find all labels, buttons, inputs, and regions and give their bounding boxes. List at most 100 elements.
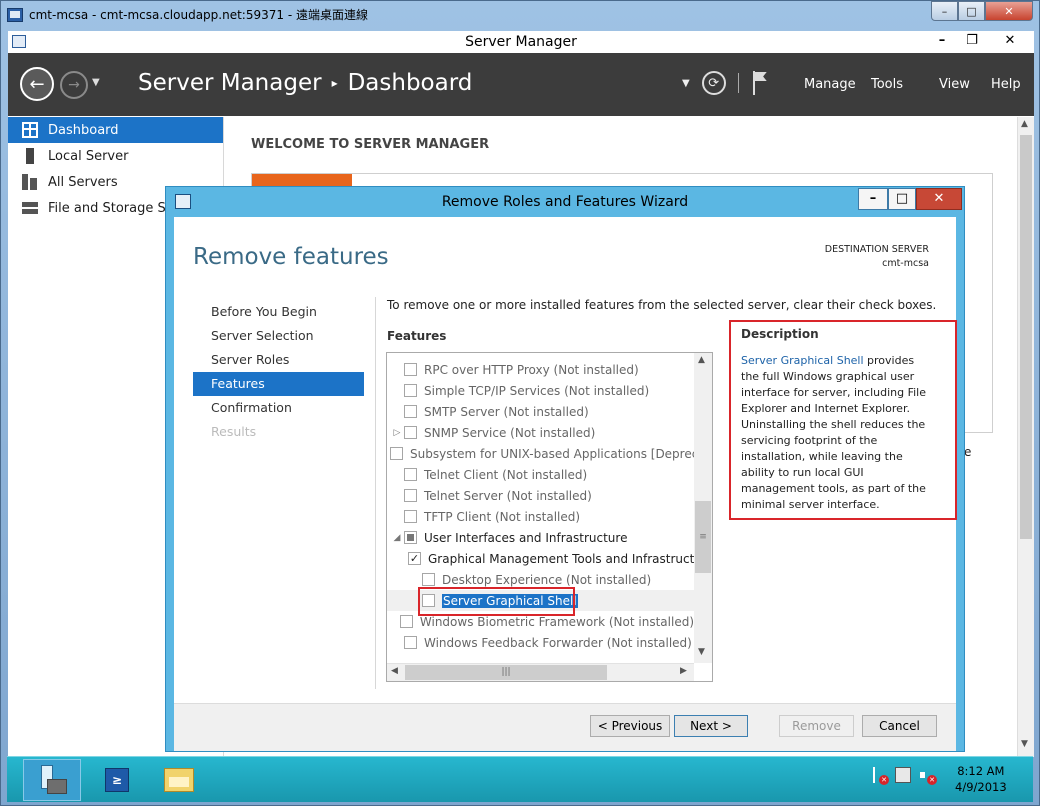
forward-arrow-icon[interactable]: → <box>60 71 88 99</box>
taskbar-file-explorer-button[interactable] <box>157 759 201 801</box>
remote-desktop-title: cmt-mcsa - cmt-mcsa.cloudapp.net:59371 -… <box>29 8 368 22</box>
menu-help[interactable]: Help <box>991 77 1035 92</box>
server-manager-app-icon <box>12 35 26 48</box>
step-server-selection[interactable]: Server Selection <box>193 324 364 348</box>
scroll-right-icon[interactable]: ▶ <box>680 666 687 676</box>
step-features[interactable]: Features <box>193 372 364 396</box>
feature-row[interactable]: ✓ Graphical Management Tools and Infrastr… <box>387 548 712 569</box>
feature-checkbox <box>404 510 417 523</box>
destination-server: DESTINATION SERVER cmt-mcsa <box>825 243 929 271</box>
powershell-icon: ≥ <box>105 768 129 792</box>
step-before-you-begin[interactable]: Before You Begin <box>193 300 364 324</box>
previous-button[interactable]: < Previous <box>590 715 670 737</box>
feature-row[interactable]: ▷ SNMP Service (Not installed) <box>387 422 694 443</box>
scrollbar-thumb[interactable] <box>1020 135 1032 539</box>
feature-label: Telnet Server (Not installed) <box>424 488 592 503</box>
destination-label: DESTINATION SERVER <box>824 244 929 255</box>
scrollbar-thumb[interactable]: ≡ <box>695 501 711 573</box>
feature-label: Windows Biometric Framework (Not install… <box>419 614 694 629</box>
sm-maximize-button[interactable]: ❐ <box>958 32 986 50</box>
wizard-title: Remove Roles and Features Wizard <box>441 194 689 210</box>
feature-checkbox <box>422 573 435 586</box>
cancel-button[interactable]: Cancel <box>862 715 937 737</box>
feature-row[interactable]: ◢ User Interfaces and Infrastructure <box>387 527 694 548</box>
description-panel: Description Server Graphical Shell provi… <box>731 319 941 515</box>
feature-row[interactable]: TFTP Client (Not installed) <box>387 506 694 527</box>
feature-row[interactable]: Simple TCP/IP Services (Not installed) <box>387 380 694 401</box>
server-icon <box>26 148 34 164</box>
features-vertical-scrollbar[interactable]: ▲ ≡ ▼ <box>694 353 712 663</box>
network-icon[interactable] <box>895 767 911 783</box>
tree-expander-icon[interactable]: ◢ <box>390 533 404 543</box>
wizard-close-button[interactable]: ✕ <box>916 188 962 210</box>
feature-checkbox <box>404 405 417 418</box>
dashboard-scrollbar[interactable]: ▲ ▼ <box>1017 117 1034 757</box>
servers-icon <box>22 174 38 190</box>
instruction-text: To remove one or more installed features… <box>387 298 937 312</box>
rdp-maximize-button[interactable]: □ <box>958 1 985 21</box>
taskbar-server-manager-button[interactable] <box>23 759 81 801</box>
rdp-close-button[interactable]: ✕ <box>985 1 1033 21</box>
scroll-up-icon[interactable]: ▲ <box>1021 119 1028 129</box>
feature-label: Telnet Client (Not installed) <box>424 467 588 482</box>
features-horizontal-scrollbar[interactable]: ◀ ||| ▶ <box>387 663 694 681</box>
history-dropdown-icon[interactable]: ▼ <box>92 77 100 88</box>
feature-label: Subsystem for UNIX-based Applications [D… <box>410 446 713 461</box>
sm-close-button[interactable]: ✕ <box>990 32 1030 50</box>
feature-row[interactable]: SMTP Server (Not installed) <box>387 401 694 422</box>
feature-row[interactable]: Windows Biometric Framework (Not install… <box>387 611 694 632</box>
scroll-down-icon[interactable]: ▼ <box>1021 739 1028 749</box>
wizard-minimize-button[interactable]: – <box>858 188 888 210</box>
action-center-flag-icon[interactable] <box>871 767 889 785</box>
sidebar-item-local-server[interactable]: Local Server <box>8 143 223 169</box>
nav-divider <box>375 297 376 689</box>
feature-row[interactable]: Windows Feedback Forwarder (Not installe… <box>387 632 694 653</box>
feature-label: Desktop Experience (Not installed) <box>442 572 652 587</box>
menu-view[interactable]: View <box>939 77 991 92</box>
scroll-up-icon[interactable]: ▲ <box>698 355 705 365</box>
feature-checkbox <box>390 447 403 460</box>
menu-tools[interactable]: Tools <box>871 77 939 92</box>
feature-row[interactable]: Telnet Server (Not installed) <box>387 485 694 506</box>
step-confirmation[interactable]: Confirmation <box>193 396 364 420</box>
scroll-down-icon[interactable]: ▼ <box>698 647 705 657</box>
welcome-tile-clipped-text: e <box>964 445 972 459</box>
clock[interactable]: 8:12 AM 4/9/2013 <box>955 763 1007 795</box>
server-manager-titlebar: Server Manager – ❐ ✕ <box>8 31 1034 53</box>
wizard-app-icon <box>175 194 191 209</box>
refresh-icon[interactable]: ⟳ <box>701 71 726 95</box>
step-server-roles[interactable]: Server Roles <box>193 348 364 372</box>
system-tray <box>871 767 937 785</box>
quick-start-tab[interactable] <box>252 174 352 186</box>
tree-expander-icon[interactable]: ▷ <box>390 428 404 438</box>
feature-row[interactable]: RPC over HTTP Proxy (Not installed) <box>387 359 694 380</box>
feature-checkbox[interactable]: ✓ <box>408 552 421 565</box>
wizard-titlebar: Remove Roles and Features Wizard – □ ✕ <box>166 187 964 217</box>
sidebar-item-label: Local Server <box>48 148 129 164</box>
notifications-flag-icon[interactable] <box>751 71 769 95</box>
volume-muted-icon[interactable] <box>919 767 937 785</box>
feature-row[interactable]: Desktop Experience (Not installed) <box>387 569 694 590</box>
feature-label: RPC over HTTP Proxy (Not installed) <box>424 362 639 377</box>
scrollbar-thumb[interactable]: ||| <box>405 665 607 680</box>
feature-checkbox[interactable] <box>404 531 417 544</box>
features-label: Features <box>387 329 447 343</box>
description-title: Description <box>741 327 819 341</box>
server-manager-title: Server Manager <box>465 34 577 50</box>
feature-row[interactable]: Subsystem for UNIX-based Applications [D… <box>387 443 712 464</box>
features-tree: RPC over HTTP Proxy (Not installed) Simpl… <box>386 352 713 682</box>
sidebar-item-dashboard[interactable]: Dashboard <box>8 117 223 143</box>
wizard-maximize-button[interactable]: □ <box>888 188 916 210</box>
taskbar-powershell-button[interactable]: ≥ <box>97 759 137 801</box>
breadcrumb-separator-icon: ▸ <box>331 76 338 90</box>
next-button[interactable]: Next > <box>674 715 748 737</box>
refresh-dropdown-icon[interactable]: ▼ <box>682 78 690 89</box>
rdp-minimize-button[interactable]: – <box>931 1 958 21</box>
feature-row[interactable]: Telnet Client (Not installed) <box>387 464 694 485</box>
menu-manage[interactable]: Manage <box>804 77 871 92</box>
back-arrow-icon[interactable]: ← <box>20 67 54 101</box>
feature-checkbox[interactable] <box>422 594 435 607</box>
scroll-left-icon[interactable]: ◀ <box>391 666 398 676</box>
feature-row[interactable]: Server Graphical Shell <box>387 590 694 611</box>
sm-minimize-button[interactable]: – <box>928 32 956 50</box>
